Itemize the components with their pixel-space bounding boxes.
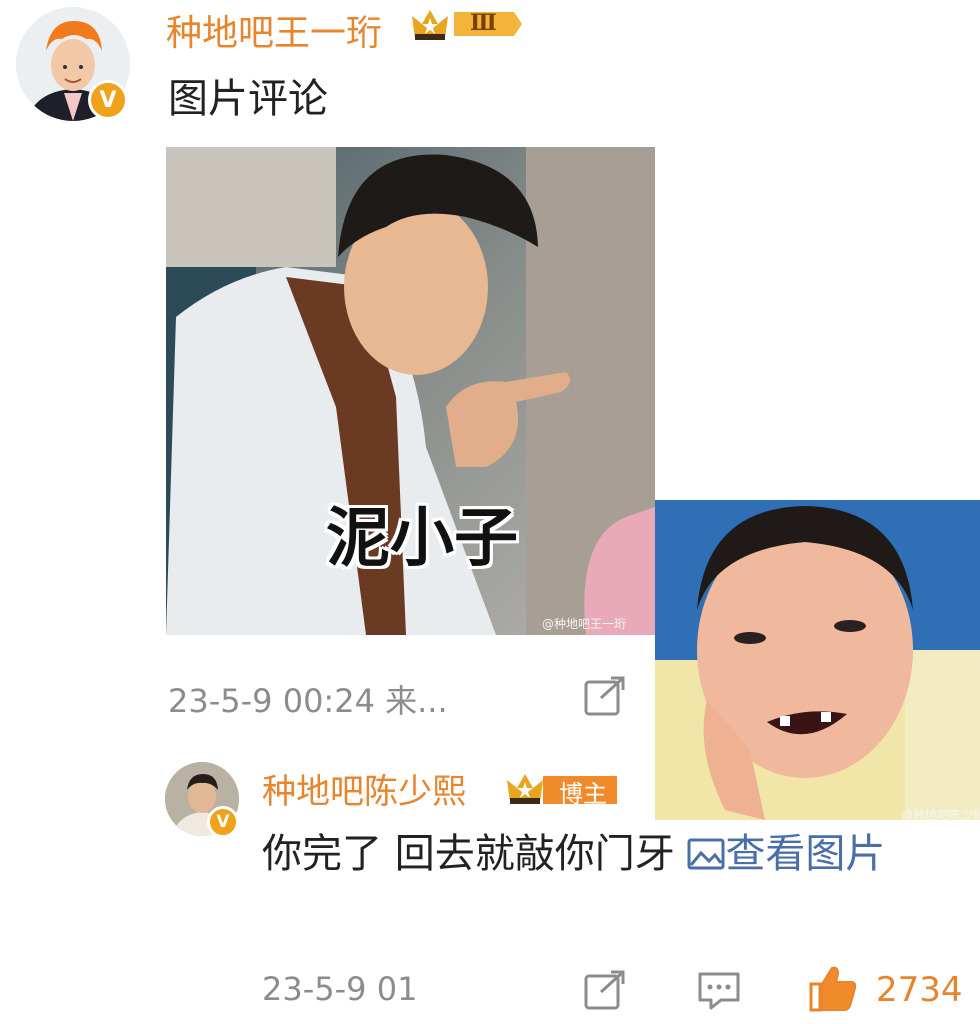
- level-badge: Ⅲ: [410, 4, 522, 44]
- meme-caption: 泥小子: [326, 502, 518, 576]
- comment-timestamp: 23-5-9 00:24 来...: [168, 682, 448, 720]
- share-icon[interactable]: [583, 970, 627, 1014]
- child-photo: [655, 500, 980, 820]
- image-watermark: @种地吧王一珩: [542, 617, 627, 631]
- reply-timestamp: 23-5-9 01: [262, 970, 418, 1008]
- reply-image[interactable]: @种地吧陈少熙: [655, 500, 980, 820]
- reply-text: 你完了 回去就敲你门牙 查看图片: [262, 826, 962, 882]
- author-badge-label: 博主: [559, 780, 607, 808]
- view-image-link[interactable]: 查看图片: [687, 831, 885, 877]
- image-watermark: @种地吧陈少熙: [901, 808, 980, 820]
- verified-v-icon: V: [88, 80, 128, 120]
- reply-username[interactable]: 种地吧陈少熙: [262, 764, 466, 813]
- level-text: Ⅲ: [470, 10, 497, 36]
- username[interactable]: 种地吧王一珩: [166, 4, 382, 56]
- like-icon[interactable]: [808, 964, 858, 1016]
- comment-icon[interactable]: [697, 970, 741, 1016]
- author-badge: 博主: [505, 768, 617, 810]
- comment-image[interactable]: 泥小子 @种地吧王一珩: [166, 147, 655, 635]
- reply-body: 你完了 回去就敲你门牙: [262, 831, 688, 877]
- comment-text: 图片评论: [168, 76, 328, 122]
- like-count: 2734: [876, 970, 963, 1010]
- image-icon: [687, 838, 725, 870]
- share-icon[interactable]: [583, 676, 627, 720]
- view-image-label: 查看图片: [725, 831, 886, 877]
- verified-v-icon: V: [207, 806, 239, 838]
- crown-icon: [412, 10, 522, 40]
